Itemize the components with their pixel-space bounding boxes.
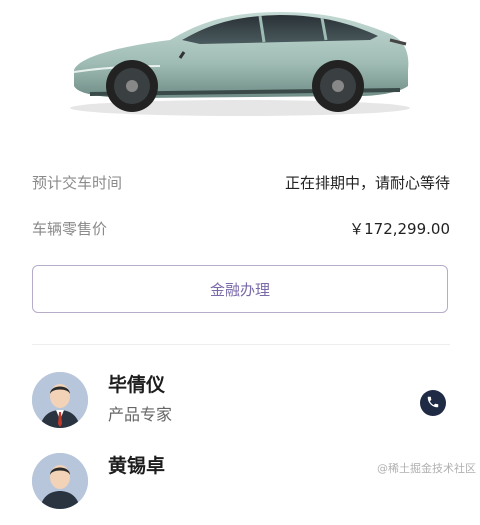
call-button[interactable]	[420, 390, 446, 416]
phone-icon	[426, 394, 440, 413]
finance-button[interactable]: 金融办理	[32, 265, 448, 313]
delivery-time-label: 预计交车时间	[32, 174, 123, 192]
delivery-time-row: 预计交车时间 正在排期中，请耐心等待	[32, 169, 450, 197]
retail-price-value: ￥172,299.00	[349, 220, 450, 238]
contact-card: 毕倩仪 产品专家	[32, 372, 450, 444]
contact-role: 产品专家	[108, 405, 173, 424]
retail-price-row: 车辆零售价 ￥172,299.00	[32, 215, 450, 243]
avatar	[32, 372, 88, 428]
car-image	[60, 0, 420, 128]
finance-button-label: 金融办理	[209, 280, 270, 299]
contact-name: 毕倩仪	[108, 374, 166, 396]
divider	[32, 344, 450, 345]
avatar	[32, 453, 88, 509]
delivery-time-value: 正在排期中，请耐心等待	[284, 174, 450, 192]
retail-price-label: 车辆零售价	[32, 220, 108, 238]
watermark: @稀土掘金技术社区	[377, 462, 476, 475]
contact-name: 黄锡卓	[108, 455, 166, 477]
